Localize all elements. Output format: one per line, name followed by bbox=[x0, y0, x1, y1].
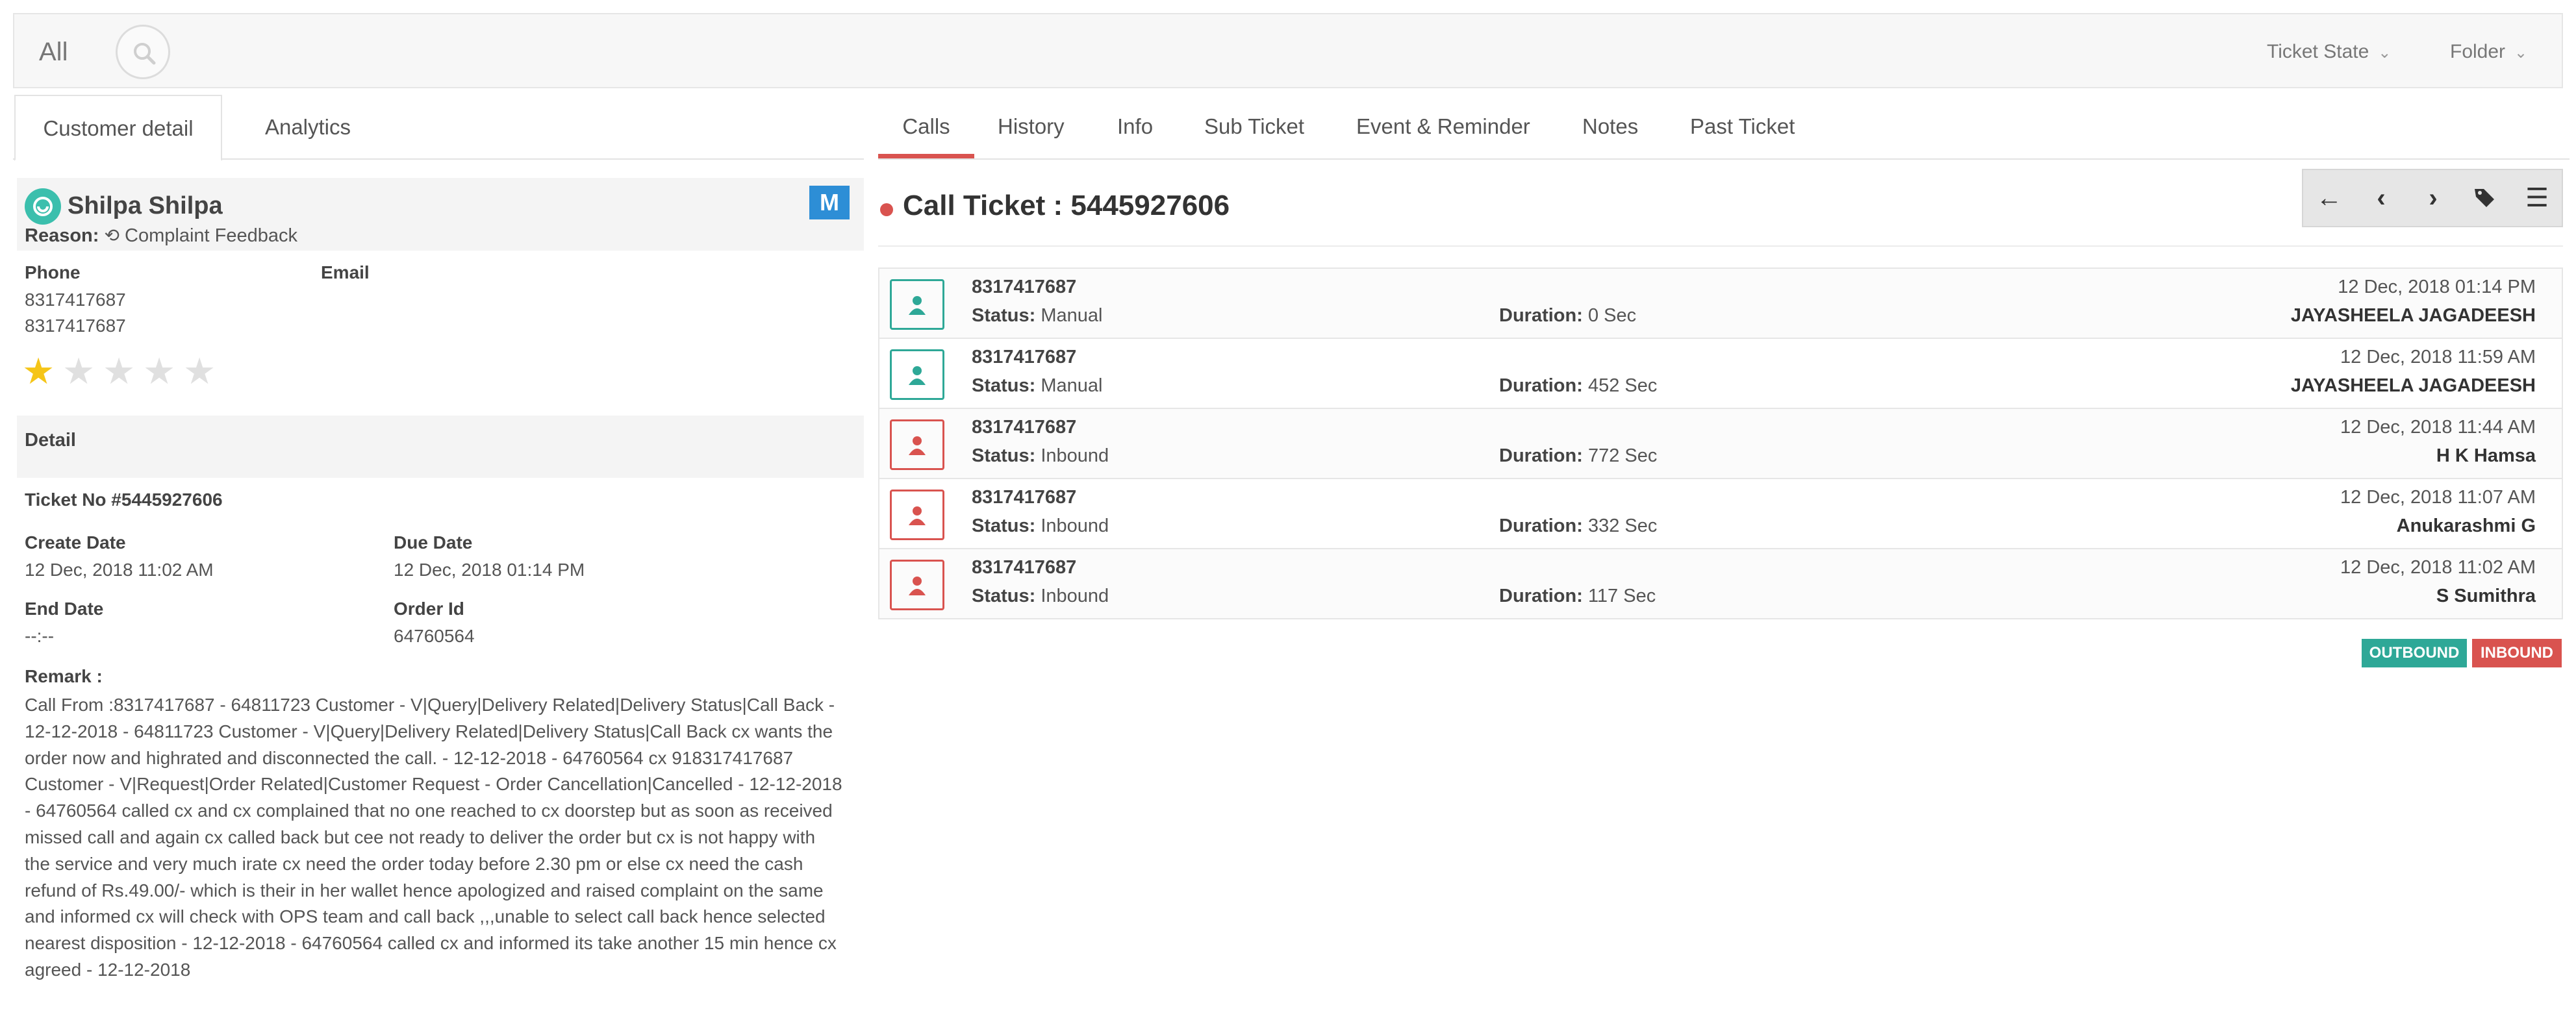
arrow-left-icon[interactable]: ← bbox=[2303, 170, 2355, 226]
call-duration: Duration: 332 Sec bbox=[1499, 516, 1658, 536]
tab-customer-detail[interactable]: Customer detail bbox=[14, 95, 222, 161]
call-number: 8317417687 bbox=[972, 417, 1077, 438]
history-icon: ⟲ bbox=[104, 225, 120, 245]
star-icon[interactable]: ★ bbox=[22, 353, 55, 390]
end-date-value: --:-- bbox=[25, 626, 55, 646]
status-dot-icon bbox=[880, 203, 893, 216]
call-status: Status: Manual bbox=[972, 305, 1103, 326]
membership-badge: M bbox=[809, 186, 850, 219]
tab-notes[interactable]: Notes bbox=[1582, 91, 1638, 158]
tab-past-ticket[interactable]: Past Ticket bbox=[1690, 91, 1795, 158]
inbound-call-icon bbox=[890, 560, 944, 610]
tab-history[interactable]: History bbox=[998, 91, 1065, 158]
inbound-call-icon bbox=[890, 419, 944, 470]
call-date: 12 Dec, 2018 11:02 AM bbox=[2340, 557, 2536, 578]
chevron-down-icon: ⌄ bbox=[2514, 44, 2528, 62]
call-status: Status: Manual bbox=[972, 375, 1103, 396]
call-duration: Duration: 0 Sec bbox=[1499, 305, 1637, 326]
phone-label: Phone bbox=[25, 262, 81, 282]
right-tab-bar: Calls History Info Sub Ticket Event & Re… bbox=[878, 91, 2570, 160]
call-agent: H K Hamsa bbox=[2436, 445, 2536, 466]
due-date-value: 12 Dec, 2018 01:14 PM bbox=[394, 560, 585, 580]
tab-info[interactable]: Info bbox=[1117, 91, 1153, 158]
outbound-call-icon bbox=[890, 349, 944, 400]
order-id-label: Order Id bbox=[394, 599, 464, 619]
remark-text: Call From :8317417687 - 64811723 Custome… bbox=[25, 695, 842, 980]
phone-value-1: 8317417687 bbox=[25, 290, 126, 310]
detail-heading: Detail bbox=[25, 430, 76, 451]
folder-label: Folder bbox=[2450, 41, 2506, 62]
left-tab-bar: Customer detail Analytics bbox=[13, 91, 864, 161]
call-number: 8317417687 bbox=[972, 347, 1077, 367]
call-date: 12 Dec, 2018 11:44 AM bbox=[2340, 417, 2536, 438]
chevron-right-icon[interactable]: › bbox=[2407, 170, 2459, 226]
email-label: Email bbox=[321, 262, 370, 282]
star-icon[interactable]: ★ bbox=[183, 353, 216, 390]
outbound-call-icon bbox=[890, 279, 944, 330]
inbound-call-icon bbox=[890, 490, 944, 540]
call-duration: Duration: 452 Sec bbox=[1499, 375, 1658, 396]
tab-sub-ticket[interactable]: Sub Ticket bbox=[1204, 91, 1304, 158]
call-row[interactable]: 8317417687 Status: Inbound Duration: 772… bbox=[878, 408, 2563, 479]
phone-value-2: 8317417687 bbox=[25, 316, 126, 336]
call-row[interactable]: 8317417687 Status: Inbound Duration: 332… bbox=[878, 478, 2563, 549]
chevron-left-icon[interactable]: ‹ bbox=[2355, 170, 2407, 226]
call-status: Status: Inbound bbox=[972, 445, 1109, 466]
customer-avatar-icon bbox=[25, 188, 61, 225]
search-button[interactable] bbox=[116, 25, 170, 79]
call-agent: JAYASHEELA JAGADEESH bbox=[2290, 375, 2536, 396]
folder-dropdown[interactable]: Folder ⌄ bbox=[2450, 14, 2527, 90]
due-date-label: Due Date bbox=[394, 532, 473, 553]
order-id-value: 64760564 bbox=[394, 626, 475, 646]
reason-line: Reason: ⟲ Complaint Feedback bbox=[25, 225, 297, 247]
chevron-down-icon: ⌄ bbox=[2378, 44, 2392, 62]
call-duration: Duration: 117 Sec bbox=[1499, 586, 1656, 606]
create-date-label: Create Date bbox=[25, 532, 126, 553]
star-icon[interactable]: ★ bbox=[143, 353, 175, 390]
call-date: 12 Dec, 2018 01:14 PM bbox=[2338, 277, 2536, 297]
call-row[interactable]: 8317417687 Status: Inbound Duration: 117… bbox=[878, 548, 2563, 619]
call-row[interactable]: 8317417687 Status: Manual Duration: 452 … bbox=[878, 338, 2563, 409]
search-icon bbox=[134, 43, 156, 65]
ticket-state-label: Ticket State bbox=[2267, 41, 2369, 62]
call-date: 12 Dec, 2018 11:07 AM bbox=[2340, 487, 2536, 508]
divider bbox=[878, 245, 2563, 247]
call-agent: JAYASHEELA JAGADEESH bbox=[2290, 305, 2536, 326]
call-number: 8317417687 bbox=[972, 277, 1077, 297]
call-row[interactable]: 8317417687 Status: Manual Duration: 0 Se… bbox=[878, 267, 2563, 339]
remark-label: Remark : bbox=[25, 666, 103, 686]
call-agent: Anukarashmi G bbox=[2396, 516, 2536, 536]
end-date-label: End Date bbox=[25, 599, 104, 619]
reason-value: Complaint Feedback bbox=[125, 225, 297, 246]
customer-name: Shilpa Shilpa bbox=[68, 192, 223, 219]
ticket-state-dropdown[interactable]: Ticket State ⌄ bbox=[2267, 14, 2391, 90]
tab-analytics[interactable]: Analytics bbox=[231, 95, 385, 160]
call-duration: Duration: 772 Sec bbox=[1499, 445, 1658, 466]
call-agent: S Sumithra bbox=[2436, 586, 2536, 606]
call-ticket-title: Call Ticket : 5445927606 bbox=[903, 190, 1230, 221]
star-icon[interactable]: ★ bbox=[103, 353, 135, 390]
tab-event-reminder[interactable]: Event & Reminder bbox=[1356, 91, 1530, 158]
create-date-value: 12 Dec, 2018 11:02 AM bbox=[25, 560, 214, 580]
outbound-legend-badge[interactable]: OUTBOUND bbox=[2362, 639, 2467, 667]
call-number: 8317417687 bbox=[972, 487, 1077, 508]
tags-icon[interactable] bbox=[2459, 170, 2511, 226]
inbound-legend-badge[interactable]: INBOUND bbox=[2472, 639, 2562, 667]
top-filter-bar: All Ticket State ⌄ Folder ⌄ bbox=[13, 13, 2563, 88]
ticket-number: Ticket No #5445927606 bbox=[25, 490, 223, 510]
menu-icon[interactable]: ☰ bbox=[2511, 170, 2563, 226]
reason-label: Reason: bbox=[25, 225, 99, 246]
ticket-toolbar: ← ‹ › ☰ bbox=[2302, 169, 2563, 227]
tab-calls[interactable]: Calls bbox=[878, 91, 974, 158]
call-status: Status: Inbound bbox=[972, 586, 1109, 606]
call-date: 12 Dec, 2018 11:59 AM bbox=[2340, 347, 2536, 367]
detail-section-header bbox=[17, 416, 864, 478]
call-status: Status: Inbound bbox=[972, 516, 1109, 536]
call-number: 8317417687 bbox=[972, 557, 1077, 578]
star-icon[interactable]: ★ bbox=[62, 353, 95, 390]
filter-all-label[interactable]: All bbox=[39, 14, 68, 90]
